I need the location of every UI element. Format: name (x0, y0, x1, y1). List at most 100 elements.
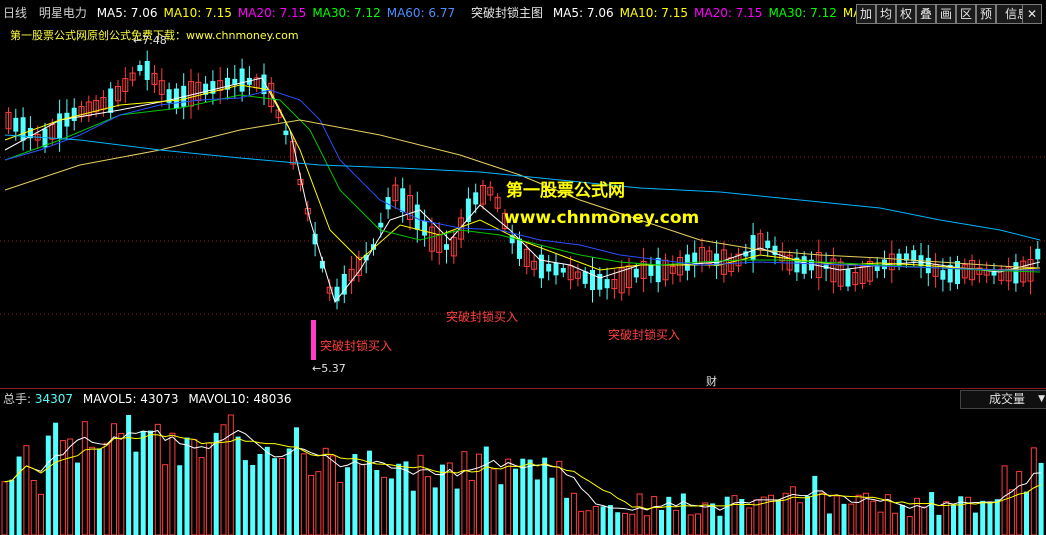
volume-bar (359, 463, 366, 535)
volume-bar (396, 463, 402, 535)
volume-bar (1016, 470, 1023, 535)
volume-bar (322, 447, 329, 535)
volume-bar (133, 451, 139, 535)
volume-bar (819, 492, 826, 535)
indicator-selector[interactable]: 成交量 ▼ (960, 390, 1046, 409)
toolbar-button[interactable]: 画 (936, 4, 956, 24)
mavol10-label: MAVOL10: 48036 (188, 392, 292, 406)
volume-bar (892, 512, 899, 535)
indicator-name[interactable]: 突破封锁主图 (471, 6, 543, 20)
volume-bar (38, 493, 44, 535)
volume-bar (936, 514, 942, 535)
volume-bar (921, 506, 928, 535)
volume-bar (651, 496, 658, 535)
close-icon[interactable]: ✕ (1022, 4, 1042, 24)
candle-body (13, 117, 19, 132)
toolbar-button[interactable]: 预 (976, 4, 996, 24)
volume-bar (505, 458, 512, 535)
volume-bar (242, 460, 248, 535)
ma-left-legend: MA60: 6.77 (386, 6, 456, 20)
volume-bar (717, 515, 723, 535)
volume-bar (549, 477, 555, 535)
volume-bar (272, 458, 278, 535)
volume-bar (797, 502, 804, 535)
finance-marker[interactable]: 财 (706, 373, 717, 389)
volume-bar (352, 454, 358, 535)
volume-bar (140, 431, 146, 535)
volume-bar (278, 457, 285, 535)
candle-body (604, 279, 610, 289)
toolbar-button[interactable]: 权 (896, 4, 916, 24)
volume-bar (607, 505, 613, 535)
volume-bar (461, 451, 468, 535)
volume-chart[interactable] (0, 408, 1046, 535)
volume-bar (235, 436, 241, 535)
candle-body (473, 192, 479, 205)
volume-bar (710, 503, 716, 535)
volume-bar (833, 495, 840, 535)
volume-bar (636, 493, 643, 535)
period-label[interactable]: 日线 (3, 6, 27, 20)
candle-body (633, 268, 639, 278)
volume-bar (53, 422, 59, 535)
toolbar-button[interactable]: 区 (956, 4, 976, 24)
volume-bar (103, 442, 110, 535)
volume-bar (23, 445, 30, 535)
volume-bar (629, 513, 636, 535)
volume-bar (585, 510, 592, 535)
toolbar-button[interactable]: 加 (856, 4, 876, 24)
candle-body (239, 68, 245, 92)
ma-right-legend: MA5: 7.06 (552, 6, 614, 20)
volume-bar (1030, 447, 1037, 535)
volume-bar (899, 504, 905, 535)
candle-body (1035, 248, 1041, 260)
volume-bar (410, 490, 416, 535)
candle-body (940, 270, 946, 280)
volume-bar (848, 503, 855, 535)
ma-left-legend: MA20: 7.15 (237, 6, 307, 20)
volume-bar (483, 446, 489, 535)
high-price-value: 7.48 (142, 34, 167, 47)
volume-bar (987, 502, 993, 535)
ma-right-legend: MA10: 7.15 (619, 6, 689, 20)
candle-body (20, 117, 26, 141)
ma-left-legend: MA5: 7.06 (96, 6, 158, 20)
signal-bar (311, 320, 316, 360)
toolbar-button[interactable]: 均 (876, 4, 896, 24)
volume-bar (1038, 462, 1044, 535)
ma-right-legend: MA20: 7.15 (694, 6, 763, 20)
volume-bar (374, 470, 380, 535)
volume-bar (432, 487, 438, 535)
buy-signal-label: 突破封锁买入 (320, 339, 393, 353)
volume-bar (169, 432, 176, 535)
volume-bar (191, 439, 198, 535)
candle-body (414, 204, 420, 230)
volume-bar (264, 446, 270, 535)
candle-body (546, 263, 552, 272)
toolbar-button[interactable]: 叠 (916, 4, 936, 24)
candle-body (655, 257, 661, 283)
volume-bar (30, 480, 37, 535)
volume-bar (929, 492, 935, 535)
volume-bar (250, 464, 256, 535)
volume-bar (943, 501, 950, 535)
volume-bar (994, 499, 1000, 535)
candle-body (137, 65, 143, 72)
total-volume-label: 总手: (3, 392, 32, 406)
volume-bar (337, 481, 344, 535)
volume-bar (184, 437, 190, 535)
volume-bar (403, 461, 409, 535)
volume-bar (286, 448, 292, 535)
candle-body (845, 268, 851, 287)
volume-bar (388, 478, 394, 535)
volume-bar (424, 476, 431, 535)
volume-bar (75, 462, 80, 535)
volume-bar (1024, 491, 1029, 535)
volume-bar (564, 497, 570, 535)
volume-bar (746, 507, 753, 535)
low-price-value: 5.37 (321, 362, 346, 375)
volume-bar (308, 474, 315, 535)
volume-bar (330, 455, 336, 535)
low-price-label: ←5.37 (312, 362, 346, 375)
volume-bar (315, 471, 322, 535)
